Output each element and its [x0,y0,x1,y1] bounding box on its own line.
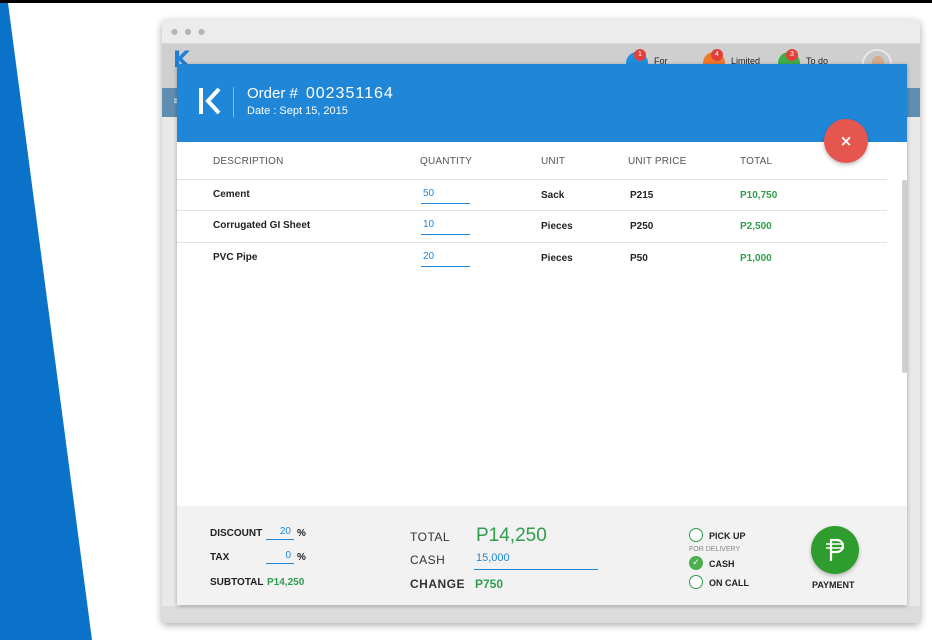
order-summary-footer: DISCOUNT 20 % TAX 0 % SUBTOTAL P14,250 T… [177,506,907,605]
item-unit: Sack [541,190,565,201]
column-header-description: DESCRIPTION [213,156,284,167]
header-divider [233,87,234,117]
item-unit-price: P215 [630,190,654,201]
item-total: P1,000 [740,253,772,264]
change-value: P750 [475,577,504,591]
scrollbar[interactable] [902,180,907,373]
tax-label: TAX [210,552,230,563]
pickup-radio[interactable] [689,528,703,542]
peso-icon [826,538,845,561]
total-label: TOTAL [410,530,451,544]
payment-button[interactable] [811,526,859,574]
item-unit-price: P250 [630,221,654,232]
tax-percent-sign: % [297,552,306,563]
item-description: PVC Pipe [213,252,258,263]
column-header-total: TOTAL [740,156,773,167]
column-header-unit: UNIT [541,156,566,167]
window-controls[interactable]: ● ● ● [171,27,207,36]
order-date: Date : Sept 15, 2015 [247,105,348,117]
change-label: CHANGE [410,577,466,591]
table-row: Cement 50 Sack P215 P10,750 [177,179,887,211]
on-call-radio[interactable] [689,575,703,589]
window-bottom [162,606,920,623]
item-description: Cement [213,189,250,200]
badge-count: 1 [634,49,646,61]
total-value: P14,250 [476,525,547,546]
quantity-input[interactable]: 50 [421,188,470,204]
payment-label: PAYMENT [812,580,855,590]
quantity-input[interactable]: 20 [421,251,470,267]
item-total: P2,500 [740,221,772,232]
pickup-label: PICK UP [709,531,746,541]
order-title: Order # 002351164 [247,85,394,103]
order-label: Order # [247,85,298,102]
discount-input[interactable]: 20 [266,526,294,540]
close-button[interactable]: × [824,119,868,163]
on-call-label: ON CALL [709,578,749,588]
subtotal-label: SUBTOTAL [210,577,264,588]
subtotal-value: P14,250 [267,577,305,588]
modal-header: Order # 002351164 Date : Sept 15, 2015 [177,64,907,142]
badge-count: 4 [711,49,723,61]
item-total: P10,750 [740,190,778,201]
badge-count: 3 [786,49,798,61]
table-row: PVC Pipe 20 Pieces P50 P1,000 [177,242,887,274]
tax-input[interactable]: 0 [266,550,294,564]
cash-label: CASH [410,553,446,567]
discount-label: DISCOUNT [210,528,263,539]
delivery-group-label: FOR DELIVERY [689,546,741,553]
item-description: Corrugated GI Sheet [213,220,311,231]
cash-option-label: CASH [709,559,735,569]
order-number: 002351164 [305,85,394,102]
item-unit-price: P50 [630,253,648,264]
window-titlebar: ● ● ● [162,20,920,44]
quantity-input[interactable]: 10 [421,219,470,235]
table-row: Corrugated GI Sheet 10 Pieces P250 P2,50… [177,210,887,242]
column-header-unit-price: UNIT PRICE [628,156,687,167]
column-header-quantity: QUANTITY [420,156,473,167]
item-unit: Pieces [541,221,573,232]
discount-percent-sign: % [297,528,306,539]
item-unit: Pieces [541,253,573,264]
cash-radio-checked-icon[interactable]: ✓ [689,556,703,570]
cash-input[interactable]: 15,000 [474,550,598,570]
order-modal: Order #002351164 Date : Sept 15, 2015 × … [177,64,907,605]
brand-logo-icon [199,87,221,115]
